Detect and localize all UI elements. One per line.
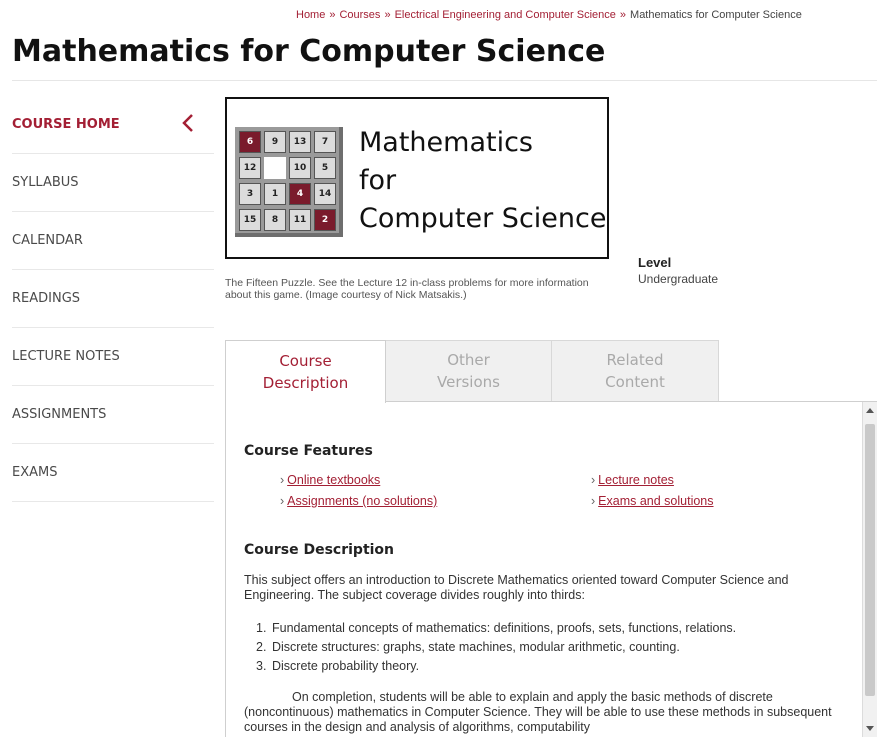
breadcrumb-separator: » — [619, 9, 627, 21]
puzzle-tile: 8 — [264, 209, 286, 231]
description-outro: On completion, students will be able to … — [244, 690, 832, 734]
feature-link-online-textbooks[interactable]: Online textbooks — [287, 473, 380, 487]
description-list: 1. Fundamental concepts of mathematics: d… — [256, 619, 856, 676]
puzzle-tile: 14 — [314, 183, 336, 205]
breadcrumb-current: Mathematics for Computer Science — [630, 9, 802, 21]
list-item-text: Discrete structures: graphs, state machi… — [272, 640, 680, 654]
chevron-right-icon: › — [280, 494, 285, 508]
feature-item: › Assignments (no solutions) — [280, 494, 437, 508]
course-description-heading: Course Description — [244, 542, 395, 558]
tab-label: Description — [262, 374, 349, 392]
course-features-heading: Course Features — [244, 443, 373, 459]
puzzle-tile: 1 — [264, 183, 286, 205]
chevron-left-icon[interactable] — [178, 112, 200, 134]
puzzle-tile: 2 — [314, 209, 336, 231]
sidebar-item-lecture-notes[interactable]: LECTURE NOTES — [12, 328, 214, 386]
sidebar-item-label: ASSIGNMENTS — [12, 407, 107, 422]
sidebar-item-label: LECTURE NOTES — [12, 349, 120, 364]
chevron-right-icon: › — [280, 473, 285, 487]
puzzle-tile: 6 — [239, 131, 261, 153]
sidebar-item-label: COURSE HOME — [12, 117, 120, 132]
tab-label: Course — [279, 352, 332, 370]
feature-item: › Exams and solutions — [591, 494, 714, 508]
chevron-right-icon: › — [591, 473, 596, 487]
image-text-line: for — [359, 165, 397, 196]
sidebar-item-label: SYLLABUS — [12, 175, 79, 190]
sidebar-item-syllabus[interactable]: SYLLABUS — [12, 154, 214, 212]
level-value: Undergraduate — [638, 272, 719, 286]
puzzle-tile: 7 — [314, 131, 336, 153]
scrollbar-thumb[interactable] — [865, 424, 875, 696]
breadcrumb: Home» Courses» Electrical Engineering and … — [296, 9, 877, 21]
sidebar-item-label: READINGS — [12, 291, 81, 306]
puzzle-tile: 11 — [289, 209, 311, 231]
tab-course-description[interactable]: Course Description — [225, 340, 386, 403]
feature-link-lecture-notes[interactable]: Lecture notes — [598, 473, 674, 487]
list-item: 2. Discrete structures: graphs, state mac… — [256, 640, 680, 654]
tab-label: Other — [447, 351, 490, 369]
feature-link-assignments[interactable]: Assignments (no solutions) — [287, 494, 437, 508]
chevron-right-icon: › — [591, 494, 596, 508]
puzzle-tile: 3 — [239, 183, 261, 205]
puzzle-tile: 5 — [314, 157, 336, 179]
title-divider — [12, 80, 877, 81]
level-label: Level — [638, 255, 672, 270]
sidebar-item-course-home[interactable]: COURSE HOME — [12, 96, 214, 154]
scroll-up-arrow-icon[interactable] — [866, 408, 874, 413]
course-sidebar: COURSE HOME SYLLABUS CALENDAR READINGS L… — [12, 96, 214, 502]
breadcrumb-department-link[interactable]: Electrical Engineering and Computer Scie… — [395, 9, 616, 21]
tab-related-content[interactable]: Related Content — [552, 340, 719, 402]
sidebar-item-label: EXAMS — [12, 465, 58, 480]
list-item: 3. Discrete probability theory. — [256, 659, 420, 673]
course-tabs: Course Description Other Versions Related C… — [225, 340, 719, 403]
sidebar-item-label: CALENDAR — [12, 233, 83, 248]
list-item-text: Discrete probability theory. — [272, 659, 420, 673]
sidebar-item-readings[interactable]: READINGS — [12, 270, 214, 328]
tab-other-versions[interactable]: Other Versions — [386, 340, 552, 402]
page-title: Mathematics for Computer Science — [12, 34, 606, 69]
puzzle-empty-slot — [264, 157, 286, 179]
feature-item: › Online textbooks — [280, 473, 380, 487]
image-caption: The Fifteen Puzzle. See the Lecture 12 i… — [225, 277, 589, 301]
content-scrollbar[interactable] — [862, 402, 877, 737]
breadcrumb-courses-link[interactable]: Courses — [339, 9, 380, 21]
sidebar-item-calendar[interactable]: CALENDAR — [12, 212, 214, 270]
sidebar-item-exams[interactable]: EXAMS — [12, 444, 214, 502]
puzzle-tile: 9 — [264, 131, 286, 153]
puzzle-tile: 13 — [289, 131, 311, 153]
image-text-line: Mathematics — [359, 127, 533, 158]
fifteen-puzzle: 6 9 13 7 12 10 5 3 1 4 14 15 8 11 2 — [235, 127, 343, 237]
puzzle-tile: 15 — [239, 209, 261, 231]
tab-label: Content — [605, 373, 665, 391]
breadcrumb-separator: » — [329, 9, 336, 21]
image-text-line: Computer Science — [359, 203, 607, 234]
description-intro: This subject offers an introduction to D… — [244, 573, 789, 602]
course-image: 6 9 13 7 12 10 5 3 1 4 14 15 8 11 2 Math… — [225, 97, 609, 259]
tab-label: Versions — [437, 373, 500, 391]
puzzle-tile: 4 — [289, 183, 311, 205]
feature-item: › Lecture notes — [591, 473, 674, 487]
list-item-text: Fundamental concepts of mathematics: def… — [272, 621, 737, 635]
sidebar-item-assignments[interactable]: ASSIGNMENTS — [12, 386, 214, 444]
tab-label: Related — [606, 351, 664, 369]
breadcrumb-home-link[interactable]: Home — [296, 9, 325, 21]
puzzle-tile: 12 — [239, 157, 261, 179]
scroll-down-arrow-icon[interactable] — [866, 726, 874, 731]
list-item: 1. Fundamental concepts of mathematics: d… — [256, 621, 737, 635]
breadcrumb-separator: » — [384, 9, 391, 21]
feature-link-exams[interactable]: Exams and solutions — [598, 494, 713, 508]
puzzle-tile: 10 — [289, 157, 311, 179]
